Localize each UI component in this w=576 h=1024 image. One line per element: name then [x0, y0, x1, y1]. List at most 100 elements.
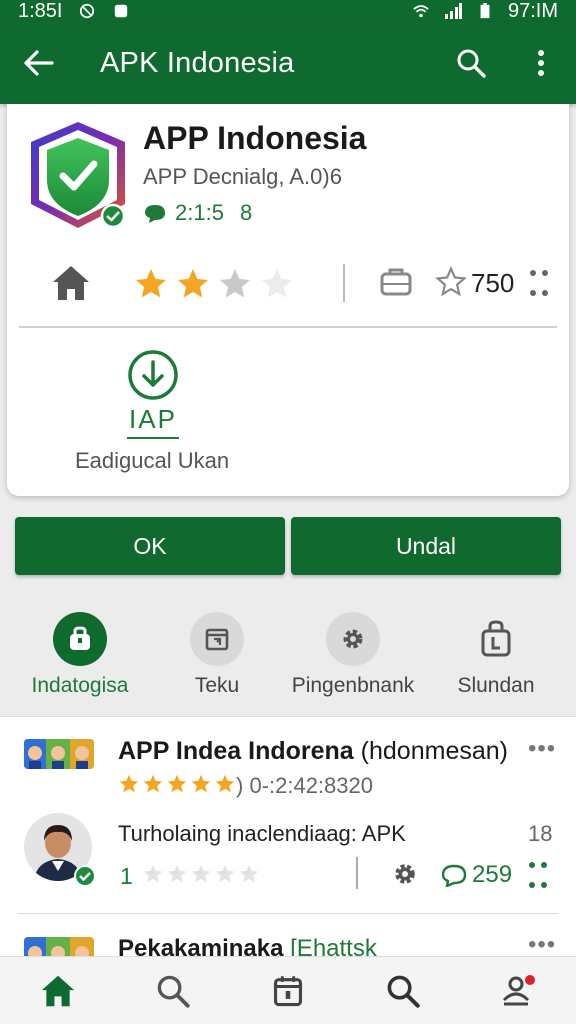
star-filled-icon [136, 269, 166, 298]
more-button[interactable] [506, 22, 576, 104]
nav-account[interactable] [461, 957, 576, 1024]
drag-handle-icon[interactable] [529, 268, 549, 298]
title-text: APP Indea Indorena [118, 737, 354, 765]
star-empty-icon [220, 269, 250, 298]
app-shield-icon [31, 122, 126, 229]
category-label: Indatogisa [31, 674, 129, 697]
verified-icon [74, 865, 96, 887]
rating-stars[interactable] [133, 266, 295, 302]
category-label: Pingenbnank [291, 674, 415, 697]
divider [356, 857, 358, 889]
notification-icon [115, 4, 128, 18]
account-icon [503, 974, 536, 1005]
star-filled-icon [215, 774, 235, 793]
meta-value: 2:1:5 [175, 200, 224, 225]
ok-button[interactable]: OK [15, 517, 285, 575]
meta-count: 8 [239, 200, 253, 225]
category-pingenbnank[interactable]: Pingenbnank [283, 612, 423, 698]
list-item-rating: 1 [120, 863, 133, 889]
battery-icon [480, 3, 490, 19]
comment-count: 259 [472, 861, 513, 888]
iap-download[interactable]: IAP [73, 348, 233, 439]
app-bar: APK Indonesia [0, 22, 576, 104]
comment-icon [441, 864, 467, 887]
more-horiz-icon[interactable]: ••• [528, 735, 556, 763]
status-bar: 1:85I 97:IM [0, 0, 576, 22]
page-title: APK Indonesia [100, 46, 295, 79]
back-button[interactable] [0, 22, 78, 104]
review-count: 750 [471, 268, 515, 298]
search-icon [457, 49, 486, 78]
search-icon [157, 975, 190, 1008]
rating-row: 750 [7, 252, 569, 316]
title-suffix: [Ehattsk [290, 935, 377, 956]
home-icon[interactable] [51, 264, 91, 302]
app-thumbnail[interactable] [24, 937, 94, 956]
list-item-title[interactable]: APP Indea Indorena (hdonmesan) [118, 737, 508, 766]
calendar-icon [273, 975, 303, 1006]
star-empty-icon [215, 864, 235, 883]
star-empty-icon [143, 864, 163, 883]
search-button[interactable] [436, 22, 506, 104]
status-time: 1:85I [18, 0, 63, 22]
more-vert-icon [538, 50, 544, 76]
lock-bag-icon [469, 612, 523, 666]
divider [343, 264, 345, 302]
signal-icon [444, 3, 462, 19]
star-filled-icon [191, 774, 211, 793]
iap-label: IAP [127, 404, 179, 439]
home-icon [41, 975, 74, 1006]
app-name: APP Indonesia [143, 120, 367, 156]
gear-icon[interactable] [392, 861, 418, 887]
suitcase-icon[interactable] [379, 266, 413, 298]
dnd-icon [80, 3, 95, 19]
category-teku[interactable]: Teku [147, 612, 287, 698]
title-text: Pekakaminaka [118, 935, 284, 956]
star-empty-icon [167, 864, 187, 883]
bottom-navigation [0, 956, 576, 1024]
nav-search-2[interactable] [346, 957, 461, 1024]
star-filled-icon [143, 774, 163, 793]
list-item-number: 18 [528, 821, 553, 846]
list-item-title[interactable]: Pekakaminaka [Ehattsk [118, 935, 377, 956]
star-empty-icon [239, 864, 259, 883]
app-meta: 2:1:5 8 [143, 200, 252, 226]
star-filled-icon [167, 774, 187, 793]
app-list: APP Indea Indorena (hdonmesan) ••• ) 0-:… [0, 716, 576, 956]
list-item-meta: ) 0-:2:42:8320 [236, 773, 373, 798]
star-filled-icon [119, 774, 139, 793]
nav-search[interactable] [115, 957, 230, 1024]
wifi-icon [413, 5, 429, 18]
app-detail-card: APP Indonesia APP Decnialg, A.0)6 2:1:5 … [7, 104, 569, 496]
gear-icon [326, 612, 380, 666]
category-slundan[interactable]: Slundan [426, 612, 566, 698]
title-suffix: (hdonmesan) [360, 737, 508, 765]
category-label: Teku [194, 674, 240, 697]
drag-handle-icon[interactable] [528, 861, 548, 889]
rating-stars [142, 863, 260, 885]
star-filled-icon [178, 269, 208, 298]
more-horiz-icon[interactable]: ••• [528, 931, 556, 956]
star-outline-icon[interactable] [435, 266, 467, 298]
undal-button[interactable]: Undal [291, 517, 561, 575]
app-thumbnail[interactable] [24, 739, 94, 769]
category-label: Slundan [457, 674, 535, 697]
star-empty-icon [191, 864, 211, 883]
comments[interactable]: 259 [440, 861, 512, 889]
list-item-title[interactable]: Turholaing inaclendiaag: APK [118, 821, 406, 847]
category-indatogisa[interactable]: Indatogisa [10, 612, 150, 698]
search-icon [387, 975, 420, 1008]
app-developer: APP Decnialg, A.0)6 [143, 164, 342, 189]
divider [18, 913, 558, 914]
divider [19, 326, 557, 328]
nav-calendar[interactable] [230, 957, 345, 1024]
download-icon [128, 350, 178, 400]
iap-caption: Eadigucal Ukan [75, 448, 230, 473]
category-row: Indatogisa Teku Pingenbnank Slundan [0, 612, 576, 704]
rating-stars [118, 773, 236, 795]
nav-home[interactable] [0, 957, 115, 1024]
arrow-left-icon [24, 50, 54, 76]
calendar-icon [190, 612, 244, 666]
bag-icon [53, 612, 107, 666]
status-right-text: 97:IM [507, 0, 558, 22]
